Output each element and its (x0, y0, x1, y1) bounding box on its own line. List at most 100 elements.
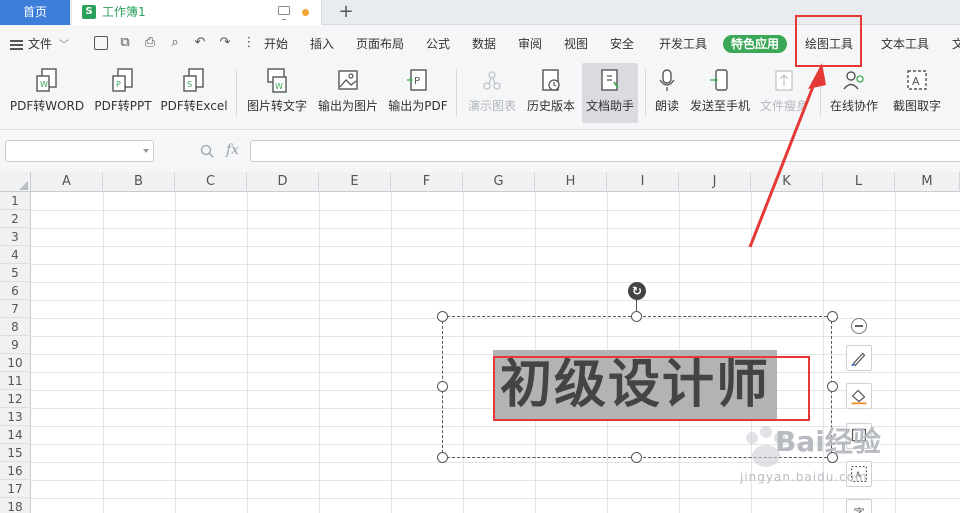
row-header[interactable]: 9 (0, 336, 31, 354)
save-icon[interactable] (94, 36, 108, 50)
row-header[interactable]: 3 (0, 228, 31, 246)
print-preview-icon[interactable]: ⌕ (168, 36, 182, 50)
resize-handle-e[interactable] (827, 381, 838, 392)
menu-view[interactable]: 视图 (564, 25, 588, 63)
collapse-icon[interactable] (851, 318, 867, 334)
name-box[interactable] (5, 140, 154, 162)
menu-data[interactable]: 数据 (472, 25, 496, 63)
resize-handle-nw[interactable] (437, 311, 448, 322)
hamburger-icon (10, 39, 23, 50)
font-tool-button[interactable]: 字 (846, 499, 872, 513)
pdf-to-ppt-button[interactable]: P PDF转PPT (92, 63, 154, 123)
column-header[interactable]: M (895, 172, 960, 192)
more-icon[interactable]: ⋮ (242, 36, 256, 50)
row-header[interactable]: 5 (0, 264, 31, 282)
row-header[interactable]: 11 (0, 372, 31, 390)
row-header[interactable]: 2 (0, 210, 31, 228)
menu-formula[interactable]: 公式 (426, 25, 450, 63)
menu-insert[interactable]: 插入 (310, 25, 334, 63)
column-header[interactable]: E (319, 172, 391, 192)
select-all-corner[interactable] (0, 172, 31, 192)
image-to-text-button[interactable]: W 图片转文字 (244, 63, 310, 123)
column-header[interactable]: C (175, 172, 247, 192)
pdf-to-ppt-icon: P (111, 68, 135, 94)
export-pdf-icon: P (406, 68, 430, 94)
resize-handle-n[interactable] (631, 311, 642, 322)
ribbon-label: 朗读 (654, 99, 679, 113)
menu-developer[interactable]: 开发工具 (659, 25, 707, 63)
new-tab-button[interactable]: + (336, 0, 356, 25)
column-header[interactable]: F (391, 172, 463, 192)
row-header[interactable]: 12 (0, 390, 31, 408)
resize-handle-ne[interactable] (827, 311, 838, 322)
row-header[interactable]: 13 (0, 408, 31, 426)
menu-file[interactable]: 文件 ﹀ (10, 25, 69, 63)
watermark-url: jingyan.baidu.com (740, 470, 868, 484)
menu-review[interactable]: 审阅 (518, 25, 542, 63)
row-header[interactable]: 8 (0, 318, 31, 336)
pdf-to-excel-icon: S (182, 68, 206, 94)
fx-icon[interactable]: fx (226, 142, 239, 158)
menu-security[interactable]: 安全 (610, 25, 634, 63)
watermark-brand-text-2: 经验 (824, 425, 881, 458)
ribbon-label: 文档助手 (585, 99, 634, 113)
tab-home[interactable]: 首页 (0, 0, 70, 25)
resize-handle-w[interactable] (437, 381, 448, 392)
pdf-to-word-button[interactable]: W PDF转WORD (6, 63, 88, 123)
resize-handle-sw[interactable] (437, 452, 448, 463)
row-header[interactable]: 1 (0, 192, 31, 210)
row-header[interactable]: 18 (0, 498, 31, 513)
row-header[interactable]: 15 (0, 444, 31, 462)
tab-document[interactable]: S 工作簿1 (72, 0, 322, 25)
history-button[interactable]: 历史版本 (524, 63, 578, 123)
row-header[interactable]: 7 (0, 300, 31, 318)
zoom-icon[interactable] (200, 144, 214, 158)
clipboard-icon[interactable]: ⧉ (118, 36, 132, 50)
print-icon[interactable]: ⎙ (143, 36, 157, 50)
ribbon-label: PDF转Excel (160, 99, 228, 113)
column-header[interactable]: B (103, 172, 175, 192)
column-header[interactable]: G (463, 172, 535, 192)
chevron-down-icon[interactable] (143, 149, 149, 153)
pdf-to-excel-button[interactable]: S PDF转Excel (160, 63, 228, 123)
column-header[interactable]: I (607, 172, 679, 192)
column-header[interactable]: D (247, 172, 319, 192)
menu-file-label: 文件 (28, 37, 53, 51)
svg-text:A: A (912, 75, 920, 88)
row-header[interactable]: 4 (0, 246, 31, 264)
font-icon: 字 (853, 506, 864, 513)
row-header[interactable]: 6 (0, 282, 31, 300)
undo-icon[interactable]: ↶ (193, 36, 207, 50)
row-header[interactable]: 16 (0, 462, 31, 480)
read-aloud-button[interactable]: 朗读 (652, 63, 682, 123)
menu-start[interactable]: 开始 (264, 25, 288, 63)
rotate-handle-icon[interactable]: ↻ (628, 282, 646, 300)
column-header[interactable]: A (31, 172, 103, 192)
screenshot-text-button[interactable]: A 截图取字 (886, 63, 948, 123)
brush-tool-button[interactable] (846, 345, 872, 371)
doc-assistant-button[interactable]: 文档助手 (582, 63, 638, 123)
svg-text:W: W (275, 82, 283, 91)
redo-icon[interactable]: ↷ (218, 36, 232, 50)
menu-text-tools[interactable]: 文本工具 (881, 25, 929, 63)
formula-input[interactable] (250, 140, 960, 162)
column-header[interactable]: H (535, 172, 607, 192)
menu-page-layout[interactable]: 页面布局 (356, 25, 404, 63)
export-image-button[interactable]: 输出为图片 (314, 63, 382, 123)
collaborate-icon (842, 68, 866, 94)
menu-more[interactable]: 文 (952, 25, 960, 63)
annotation-arrow-icon (748, 63, 826, 248)
row-header[interactable]: 14 (0, 426, 31, 444)
demo-chart-button[interactable]: 演示图表 (464, 63, 520, 123)
row-header[interactable]: 10 (0, 354, 31, 372)
row-header[interactable]: 17 (0, 480, 31, 498)
grid-line (175, 192, 176, 513)
resize-handle-s[interactable] (631, 452, 642, 463)
menu-special-apps[interactable]: 特色应用 (723, 35, 788, 53)
image-to-text-icon: W (265, 68, 289, 94)
spreadsheet-icon: S (82, 5, 96, 19)
monitor-icon[interactable] (278, 6, 290, 20)
export-pdf-button[interactable]: P 输出为PDF (386, 63, 450, 123)
fill-tool-button[interactable] (846, 383, 872, 409)
ribbon-label: 演示图表 (467, 99, 516, 113)
